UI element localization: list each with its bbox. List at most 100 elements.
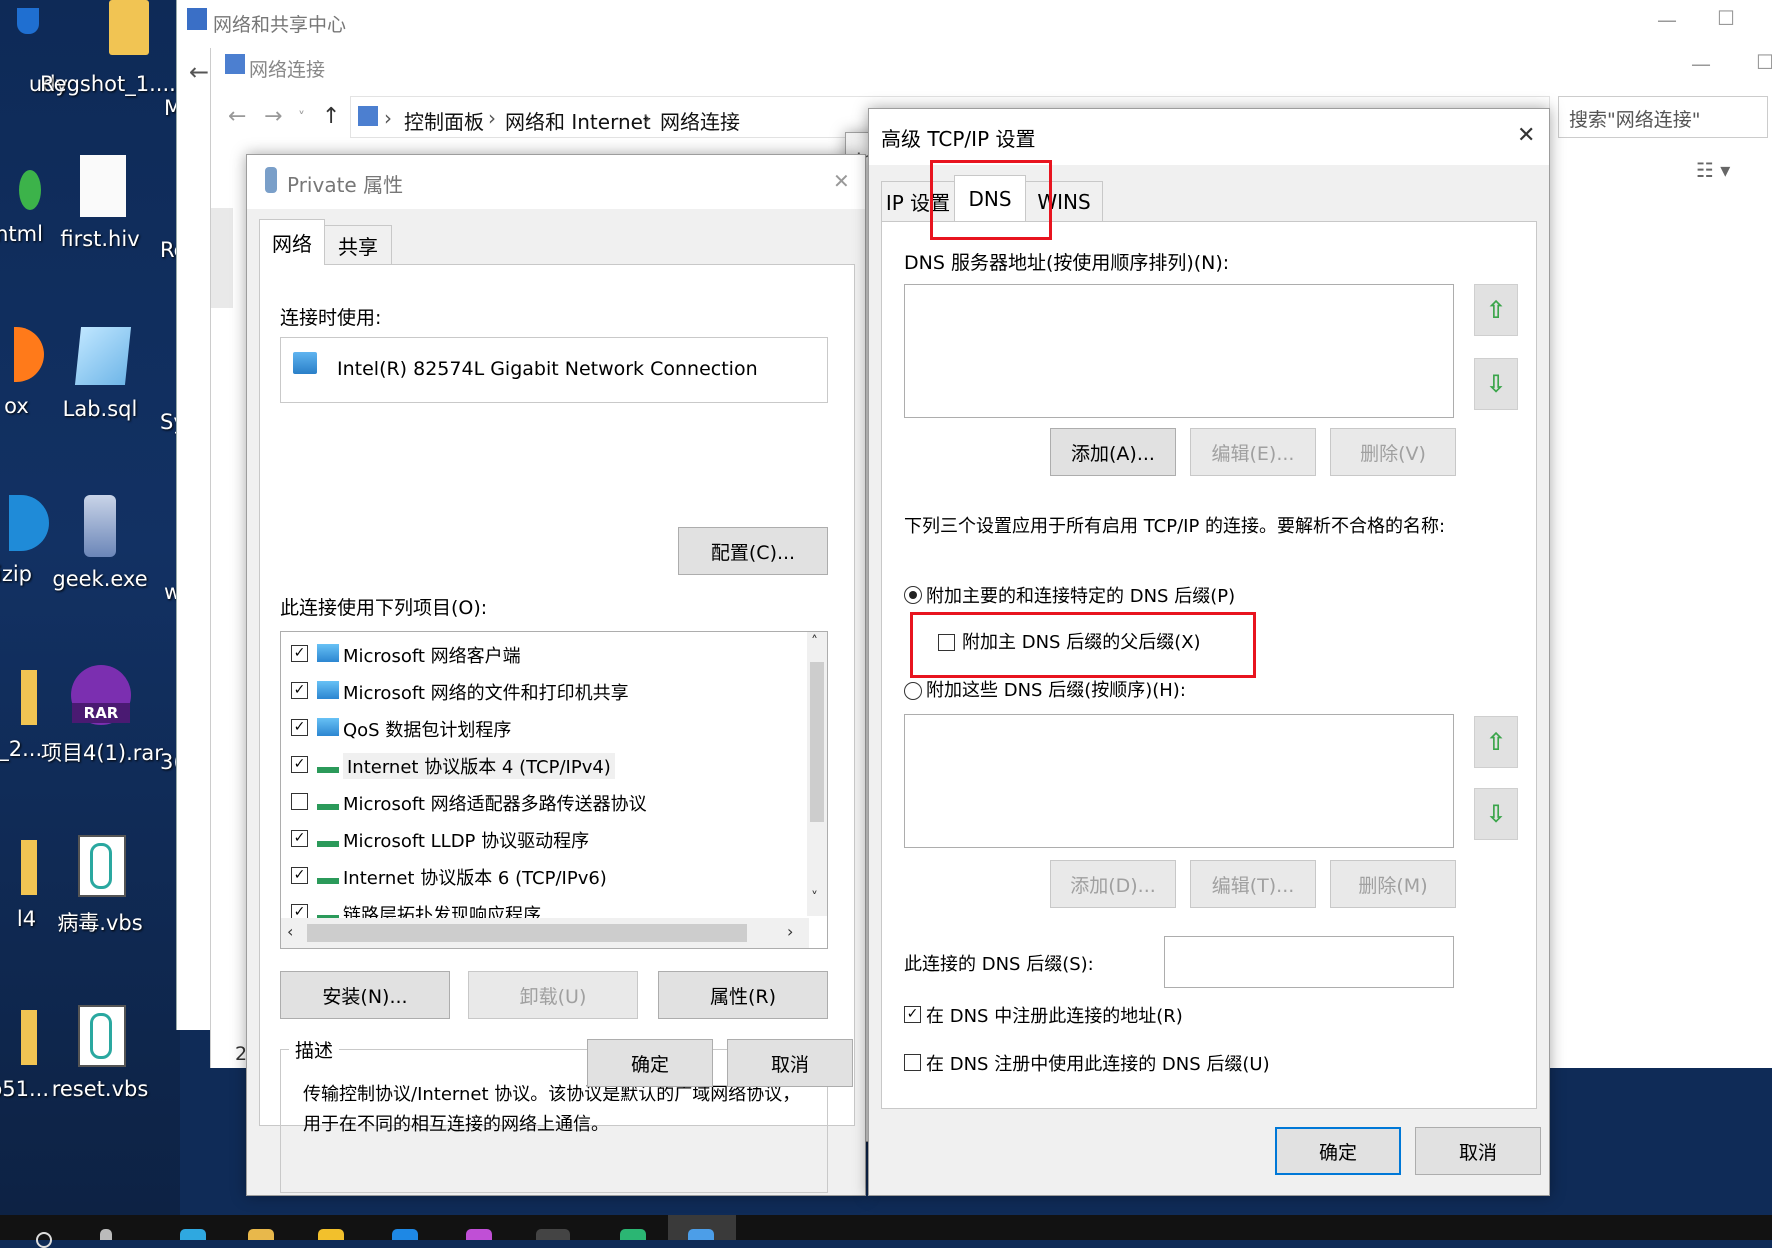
item-label: Internet 协议版本 4 (TCP/IPv4) (343, 753, 615, 779)
breadcrumb-separator: › (384, 106, 392, 130)
list-item[interactable]: ✓ Microsoft 网络客户端 (281, 636, 801, 673)
folder-icon (69, 0, 149, 64)
view-options-icon[interactable]: ☷ ▾ (1696, 158, 1730, 182)
app-icon[interactable] (620, 1229, 646, 1240)
breadcrumb-item[interactable]: 网络连接 (660, 106, 740, 135)
conn-suffix-input[interactable] (1164, 936, 1454, 988)
properties-button[interactable]: 属性(R) (658, 971, 828, 1019)
description-label: 描述 (289, 1036, 340, 1063)
task-view-icon[interactable] (100, 1229, 112, 1240)
item-checkbox[interactable]: ✓ (291, 682, 308, 699)
breadcrumb-item[interactable]: 网络和 Internet (505, 106, 651, 135)
remove-dns-button[interactable]: 删除(V) (1330, 428, 1456, 476)
item-checkbox[interactable] (291, 793, 308, 810)
suffix-move-down-button[interactable]: ⇩ (1474, 788, 1518, 840)
radio-append-primary-label[interactable]: 附加主要的和连接特定的 DNS 后缀(P) (926, 582, 1235, 608)
terminal-icon[interactable] (536, 1229, 570, 1240)
tab-network[interactable]: 网络 (259, 219, 325, 265)
dialog-title: 高级 TCP/IP 设置 (881, 127, 1036, 151)
desktop-icon-4[interactable]: first.hiv (41, 155, 159, 251)
nav-back-icon[interactable]: ← (228, 104, 246, 129)
radio-append-primary[interactable] (904, 586, 922, 604)
item-checkbox[interactable]: ✓ (291, 756, 308, 773)
desktop-icon-10[interactable]: RAR 项目4(1).rar (41, 665, 163, 767)
private-properties-dialog: Private 属性 ✕ 网络 共享 连接时使用: Intel(R) 82574… (246, 154, 866, 1196)
tab-sharing[interactable]: 共享 (324, 225, 392, 265)
network-client-icon (317, 644, 339, 662)
desktop-icon-14[interactable]: reset.vbs (41, 1005, 159, 1101)
edit-suffix-button[interactable]: 编辑(T)... (1190, 860, 1316, 908)
edge-icon[interactable] (180, 1229, 206, 1240)
item-checkbox[interactable]: ✓ (291, 645, 308, 662)
nav-up-icon[interactable]: ↑ (322, 104, 340, 129)
item-checkbox[interactable]: ✓ (291, 719, 308, 736)
desktop-icon-12[interactable]: 病毒.vbs (41, 835, 159, 937)
scroll-down-icon[interactable]: ˅ (811, 890, 818, 906)
desktop-icon-2[interactable]: Regshot_1.... (40, 0, 176, 96)
edit-dns-button[interactable]: 编辑(E)... (1190, 428, 1316, 476)
install-button[interactable]: 安装(N)... (280, 971, 450, 1019)
checkbox-register-label[interactable]: 在 DNS 中注册此连接的地址(R) (926, 1002, 1183, 1028)
desktop-icon-6[interactable]: Lab.sql (41, 325, 159, 421)
list-item[interactable]: Microsoft 网络适配器多路传送器协议 (281, 784, 801, 821)
dns-suffix-list[interactable] (904, 714, 1454, 848)
scroll-right-icon[interactable]: › (787, 922, 793, 941)
minimize-button[interactable]: — (1657, 8, 1677, 32)
horizontal-scrollbar[interactable]: ‹ › (281, 918, 809, 948)
h-scrollbar-thumb[interactable] (307, 924, 747, 942)
minimize-button[interactable]: — (1691, 52, 1711, 76)
list-item[interactable]: ✓ Internet 协议版本 4 (TCP/IPv4) (281, 747, 801, 784)
cancel-button[interactable]: 取消 (1415, 1127, 1541, 1175)
network-window-icon[interactable] (688, 1229, 714, 1240)
remove-suffix-button[interactable]: 删除(M) (1330, 860, 1456, 908)
search-input[interactable]: 搜索"网络连接" (1558, 96, 1768, 138)
list-item[interactable]: ✓ Microsoft LLDP 协议驱动程序 (281, 821, 801, 858)
uninstall-button[interactable]: 卸载(U) (468, 971, 638, 1019)
cancel-button[interactable]: 取消 (727, 1039, 853, 1087)
add-suffix-button[interactable]: 添加(D)... (1050, 860, 1176, 908)
protocol-icon (317, 870, 339, 884)
maximize-button[interactable]: ☐ (1756, 50, 1772, 74)
radio-append-these-label[interactable]: 附加这些 DNS 后缀(按顺序)(H): (926, 676, 1186, 702)
list-item[interactable]: ✓ Internet 协议版本 6 (TCP/IPv6) (281, 858, 801, 895)
tab-dns[interactable]: DNS (954, 175, 1026, 221)
checkbox-register[interactable]: ✓ (904, 1006, 921, 1023)
add-dns-button[interactable]: 添加(A)... (1050, 428, 1176, 476)
suffix-move-up-button[interactable]: ⇧ (1474, 716, 1518, 768)
vertical-scrollbar[interactable]: ˄ ˅ (807, 632, 827, 916)
checkbox-use-suffix[interactable] (904, 1054, 921, 1071)
checkbox-use-suffix-label[interactable]: 在 DNS 注册中使用此连接的 DNS 后缀(U) (926, 1050, 1270, 1076)
app-icon[interactable] (466, 1229, 492, 1240)
item-checkbox[interactable]: ✓ (291, 867, 308, 884)
search-icon[interactable] (36, 1232, 52, 1248)
scroll-left-icon[interactable]: ‹ (287, 922, 293, 941)
app-icon[interactable] (318, 1229, 344, 1240)
radio-append-these[interactable] (904, 682, 922, 700)
nav-forward-icon[interactable]: → (264, 104, 282, 129)
desktop-icon-8[interactable]: geek.exe (41, 495, 159, 591)
scrollbar-thumb[interactable] (810, 662, 824, 822)
window-title: 网络连接 (249, 59, 326, 81)
list-item[interactable]: ✓ QoS 数据包计划程序 (281, 710, 801, 747)
recent-dropdown-icon[interactable]: ˅ (298, 110, 305, 126)
ok-button[interactable]: 确定 (587, 1039, 713, 1087)
conn-suffix-label: 此连接的 DNS 后缀(S): (904, 954, 1094, 975)
move-up-button[interactable]: ⇧ (1474, 284, 1518, 336)
close-icon[interactable]: ✕ (833, 169, 850, 193)
breadcrumb-separator: › (643, 106, 651, 130)
dns-servers-list[interactable] (904, 284, 1454, 418)
desktop: udy Regshot_1.... ntml first.hiv ox Lab.… (0, 0, 187, 1215)
scroll-up-icon[interactable]: ˄ (811, 634, 818, 650)
items-listbox[interactable]: ✓ Microsoft 网络客户端 ✓ Microsoft 网络的文件和打印机共享 ✓ Q… (280, 631, 828, 949)
list-item[interactable]: ✓ Microsoft 网络的文件和打印机共享 (281, 673, 801, 710)
close-icon[interactable]: ✕ (1517, 123, 1535, 148)
item-checkbox[interactable]: ✓ (291, 830, 308, 847)
breadcrumb-item[interactable]: 控制面板 (404, 106, 484, 135)
file-explorer-icon[interactable] (248, 1229, 274, 1240)
back-arrow-icon[interactable]: ← (189, 58, 209, 86)
maximize-button[interactable]: ☐ (1717, 6, 1735, 30)
move-down-button[interactable]: ⇩ (1474, 358, 1518, 410)
configure-button[interactable]: 配置(C)... (678, 527, 828, 575)
app-icon[interactable] (392, 1229, 418, 1240)
ok-button[interactable]: 确定 (1275, 1127, 1401, 1175)
